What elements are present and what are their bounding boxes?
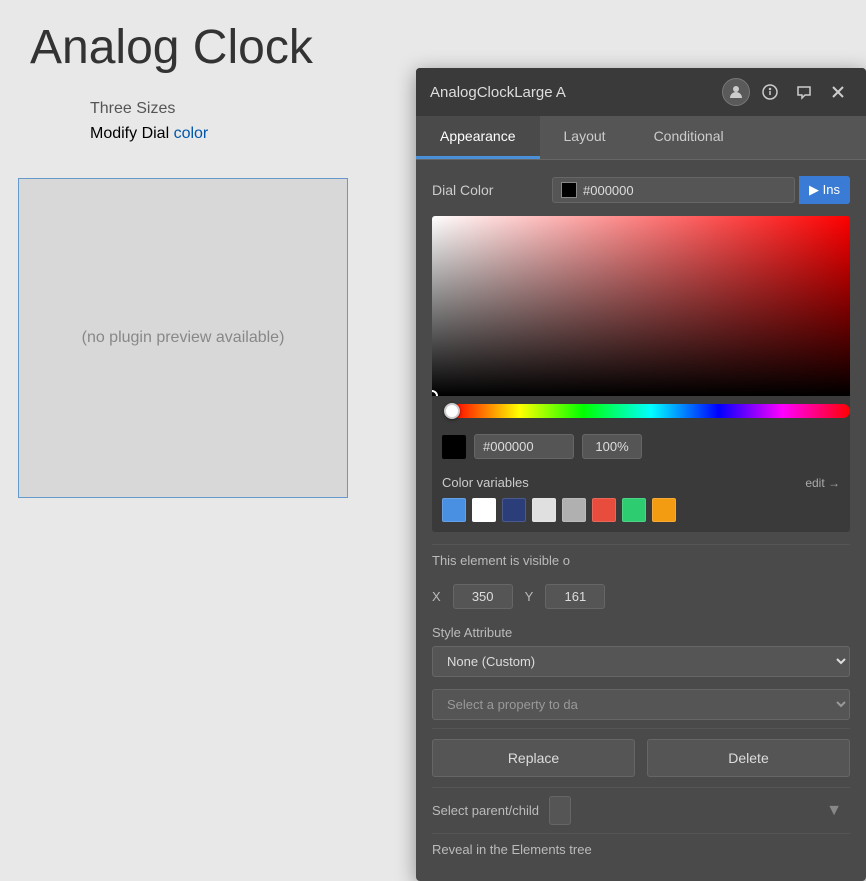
style-attribute-row: Style Attribute None (Custom) — [432, 617, 850, 685]
property-select[interactable]: Select a property to da — [432, 689, 850, 720]
subtitle-sizes: Three Sizes — [90, 100, 175, 118]
chat-icon[interactable] — [790, 78, 818, 106]
reveal-row: Reveal in the Elements tree — [432, 833, 850, 865]
swatch-orange[interactable] — [652, 498, 676, 522]
swatch-white[interactable] — [472, 498, 496, 522]
visibility-row: This element is visible o — [432, 544, 850, 576]
preview-text: (no plugin preview available) — [82, 329, 285, 347]
color-gradient-area[interactable] — [432, 216, 850, 396]
properties-panel: AnalogClockLarge A — [416, 68, 866, 881]
dial-color-swatch[interactable] — [561, 182, 577, 198]
parent-child-select[interactable] — [549, 796, 571, 825]
style-attr-label: Style Attribute — [432, 625, 512, 640]
preview-box: (no plugin preview available) — [18, 178, 348, 498]
action-buttons: Replace Delete — [432, 728, 850, 787]
property-select-row: Select a property to da — [432, 685, 850, 728]
parent-child-row: Select parent/child ▼ — [432, 787, 850, 833]
page-title: Analog Clock — [30, 20, 313, 75]
info-icon[interactable] — [756, 78, 784, 106]
panel-header-icons — [722, 78, 852, 106]
hue-bar[interactable] — [452, 404, 850, 418]
x-input[interactable] — [453, 584, 513, 609]
color-vars-edit-btn[interactable]: edit → — [805, 476, 840, 490]
reveal-text: Reveal in the Elements tree — [432, 842, 592, 857]
hex-input[interactable] — [474, 434, 574, 459]
swatch-gray[interactable] — [562, 498, 586, 522]
color-vars-header: Color variables edit → — [442, 475, 840, 490]
tab-layout[interactable]: Layout — [540, 116, 630, 159]
swatch-dark-blue[interactable] — [502, 498, 526, 522]
panel-tabs: Appearance Layout Conditional — [416, 116, 866, 160]
dial-color-row: Dial Color ▶ Ins — [432, 176, 850, 204]
swatch-red[interactable] — [592, 498, 616, 522]
opacity-input[interactable] — [582, 434, 642, 459]
y-label: Y — [525, 589, 534, 604]
x-label: X — [432, 589, 441, 604]
color-controls-row — [432, 426, 850, 467]
dial-color-text-input[interactable] — [583, 183, 663, 198]
swatch-blue[interactable] — [442, 498, 466, 522]
parent-child-select-container: ▼ — [549, 796, 850, 825]
subtitle-dial-highlight: color — [174, 125, 209, 142]
subtitle-dial: Modify Dial color — [90, 125, 208, 143]
replace-button[interactable]: Replace — [432, 739, 635, 777]
hue-thumb[interactable] — [444, 403, 460, 419]
hex-swatch[interactable] — [442, 435, 466, 459]
color-picker[interactable]: Color variables edit → — [432, 216, 850, 532]
style-attr-select[interactable]: None (Custom) — [432, 646, 850, 677]
subtitle-dial-prefix: Modify Dial — [90, 125, 174, 142]
swatch-green[interactable] — [622, 498, 646, 522]
close-icon[interactable] — [824, 78, 852, 106]
visibility-text: This element is visible o — [432, 553, 570, 568]
ins-button[interactable]: ▶ Ins — [799, 176, 850, 204]
position-row: X Y — [432, 576, 850, 617]
panel-header: AnalogClockLarge A — [416, 68, 866, 116]
tab-appearance[interactable]: Appearance — [416, 116, 540, 159]
panel-body: Dial Color ▶ Ins — [416, 160, 866, 881]
tab-conditional[interactable]: Conditional — [630, 116, 748, 159]
color-variables-section: Color variables edit → — [432, 467, 850, 532]
dial-color-label: Dial Color — [432, 182, 552, 198]
chevron-down-icon: ▼ — [826, 802, 842, 820]
dial-color-input-group[interactable] — [552, 177, 795, 203]
color-swatches-row — [442, 498, 840, 522]
swatch-light-gray[interactable] — [532, 498, 556, 522]
delete-button[interactable]: Delete — [647, 739, 850, 777]
y-input[interactable] — [545, 584, 605, 609]
hue-slider-container — [432, 396, 850, 426]
parent-child-label: Select parent/child — [432, 803, 539, 818]
avatar-icon[interactable] — [722, 78, 750, 106]
color-vars-label: Color variables — [442, 475, 529, 490]
panel-title: AnalogClockLarge A — [430, 84, 566, 101]
